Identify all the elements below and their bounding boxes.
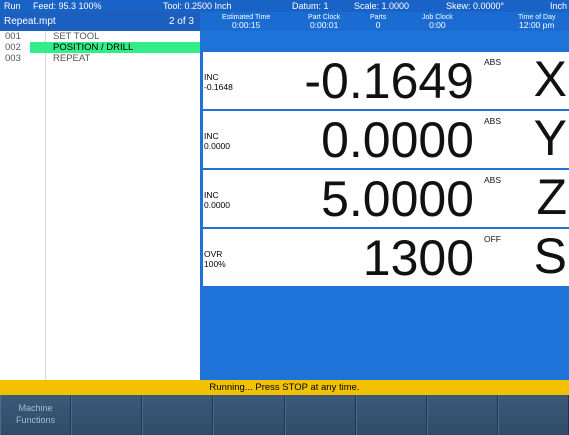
part-clock: Part Clock 0:00:01 <box>308 14 340 30</box>
spindle-speed-value: 1300 <box>362 230 474 286</box>
softkey-6[interactable] <box>355 395 427 435</box>
scale-readout: Scale: 1.0000 <box>354 1 410 11</box>
program-filename: Repeat.mpt <box>4 16 56 27</box>
time-of-day-value: 12:00 pm <box>519 20 555 30</box>
softkey-7[interactable] <box>426 395 498 435</box>
dro-row-x[interactable]: INC -0.1648 -0.1649 ABS X <box>203 52 569 109</box>
override-value: 100% <box>204 259 226 269</box>
empty-panel <box>203 290 569 380</box>
softkey-8[interactable] <box>497 395 569 435</box>
abs-mode-label: ABS <box>483 57 501 67</box>
axis-position-value: -0.1649 <box>304 53 474 109</box>
dro-row-y[interactable]: INC 0.0000 0.0000 ABS Y <box>203 111 569 168</box>
feed-readout: Feed: 95.3 100% <box>33 1 102 11</box>
line-number: 001 <box>5 31 21 42</box>
skew-readout: Skew: 0.0000° <box>446 1 505 11</box>
program-line-active[interactable]: 002 POSITION / DRILL <box>0 42 200 53</box>
estimated-time: Estimated Time 0:00:15 <box>222 14 270 30</box>
program-line[interactable]: 001 SET TOOL <box>0 31 200 42</box>
line-number: 002 <box>5 42 21 53</box>
line-command: SET TOOL <box>53 31 100 42</box>
softkey-5[interactable] <box>284 395 356 435</box>
parts-count: Parts 0 <box>370 14 386 30</box>
abs-mode-label: ABS <box>483 175 501 185</box>
parts-value: 0 <box>375 20 381 30</box>
softkey-label-line1: Machine <box>18 403 53 413</box>
softkey-bar: Machine Functions <box>0 395 569 435</box>
axis-position-value: 5.0000 <box>321 171 474 227</box>
softkey-machine-functions[interactable]: Machine Functions <box>0 395 72 435</box>
incremental-readout: INC -0.1648 <box>204 72 233 92</box>
dro-row-spindle[interactable]: OVR 100% 1300 OFF S <box>203 229 569 286</box>
run-mode: Run <box>4 1 21 11</box>
override-label: OVR <box>204 249 223 259</box>
estimated-time-value: 0:00:15 <box>231 20 261 30</box>
incremental-readout: INC 0.0000 <box>204 131 230 151</box>
status-bar: Run Feed: 95.3 100% Tool: 0.2500 Inch Da… <box>0 0 569 12</box>
program-header: Repeat.mpt 2 of 3 <box>0 12 200 31</box>
time-of-day: Time of Day 12:00 pm <box>518 14 555 30</box>
line-number: 003 <box>5 53 21 64</box>
axis-letter: X <box>533 51 567 107</box>
abs-mode-label: ABS <box>483 116 501 126</box>
incremental-value: 0.0000 <box>204 141 230 151</box>
message-bar: Running... Press STOP at any time. <box>0 380 569 395</box>
axis-letter: Z <box>536 169 567 225</box>
softkey-label-line2: Functions <box>16 415 56 425</box>
line-number-divider <box>45 31 46 380</box>
incremental-label: INC <box>204 190 219 200</box>
units-readout: Inch <box>550 1 568 11</box>
tool-readout: Tool: 0.2500 Inch <box>163 1 232 11</box>
axis-position-value: 0.0000 <box>321 112 474 168</box>
softkey-4[interactable] <box>213 395 285 435</box>
job-clock-value: 0:00 <box>429 20 446 30</box>
program-line-position: 2 of 3 <box>168 16 194 27</box>
line-command: POSITION / DRILL <box>30 42 200 53</box>
job-clock: Job Clock 0:00 <box>422 14 453 30</box>
datum-readout: Datum: 1 <box>292 1 329 11</box>
spindle-letter: S <box>533 228 567 284</box>
incremental-readout: INC 0.0000 <box>204 190 230 210</box>
incremental-value: -0.1648 <box>204 82 233 92</box>
override-readout: OVR 100% <box>204 249 226 269</box>
softkey-2[interactable] <box>71 395 143 435</box>
line-command: REPEAT <box>53 53 91 64</box>
program-list[interactable]: 001 SET TOOL 002 POSITION / DRILL 003 RE… <box>0 31 200 380</box>
part-clock-value: 0:00:01 <box>309 20 339 30</box>
axis-letter: Y <box>533 110 567 166</box>
program-line[interactable]: 003 REPEAT <box>0 53 200 64</box>
job-info-header: Estimated Time 0:00:15 Part Clock 0:00:0… <box>200 12 569 31</box>
softkey-3[interactable] <box>142 395 214 435</box>
incremental-label: INC <box>204 131 219 141</box>
dro-row-z[interactable]: INC 0.0000 5.0000 ABS Z <box>203 170 569 227</box>
incremental-label: INC <box>204 72 219 82</box>
incremental-value: 0.0000 <box>204 200 230 210</box>
spindle-mode-label: OFF <box>484 234 501 244</box>
